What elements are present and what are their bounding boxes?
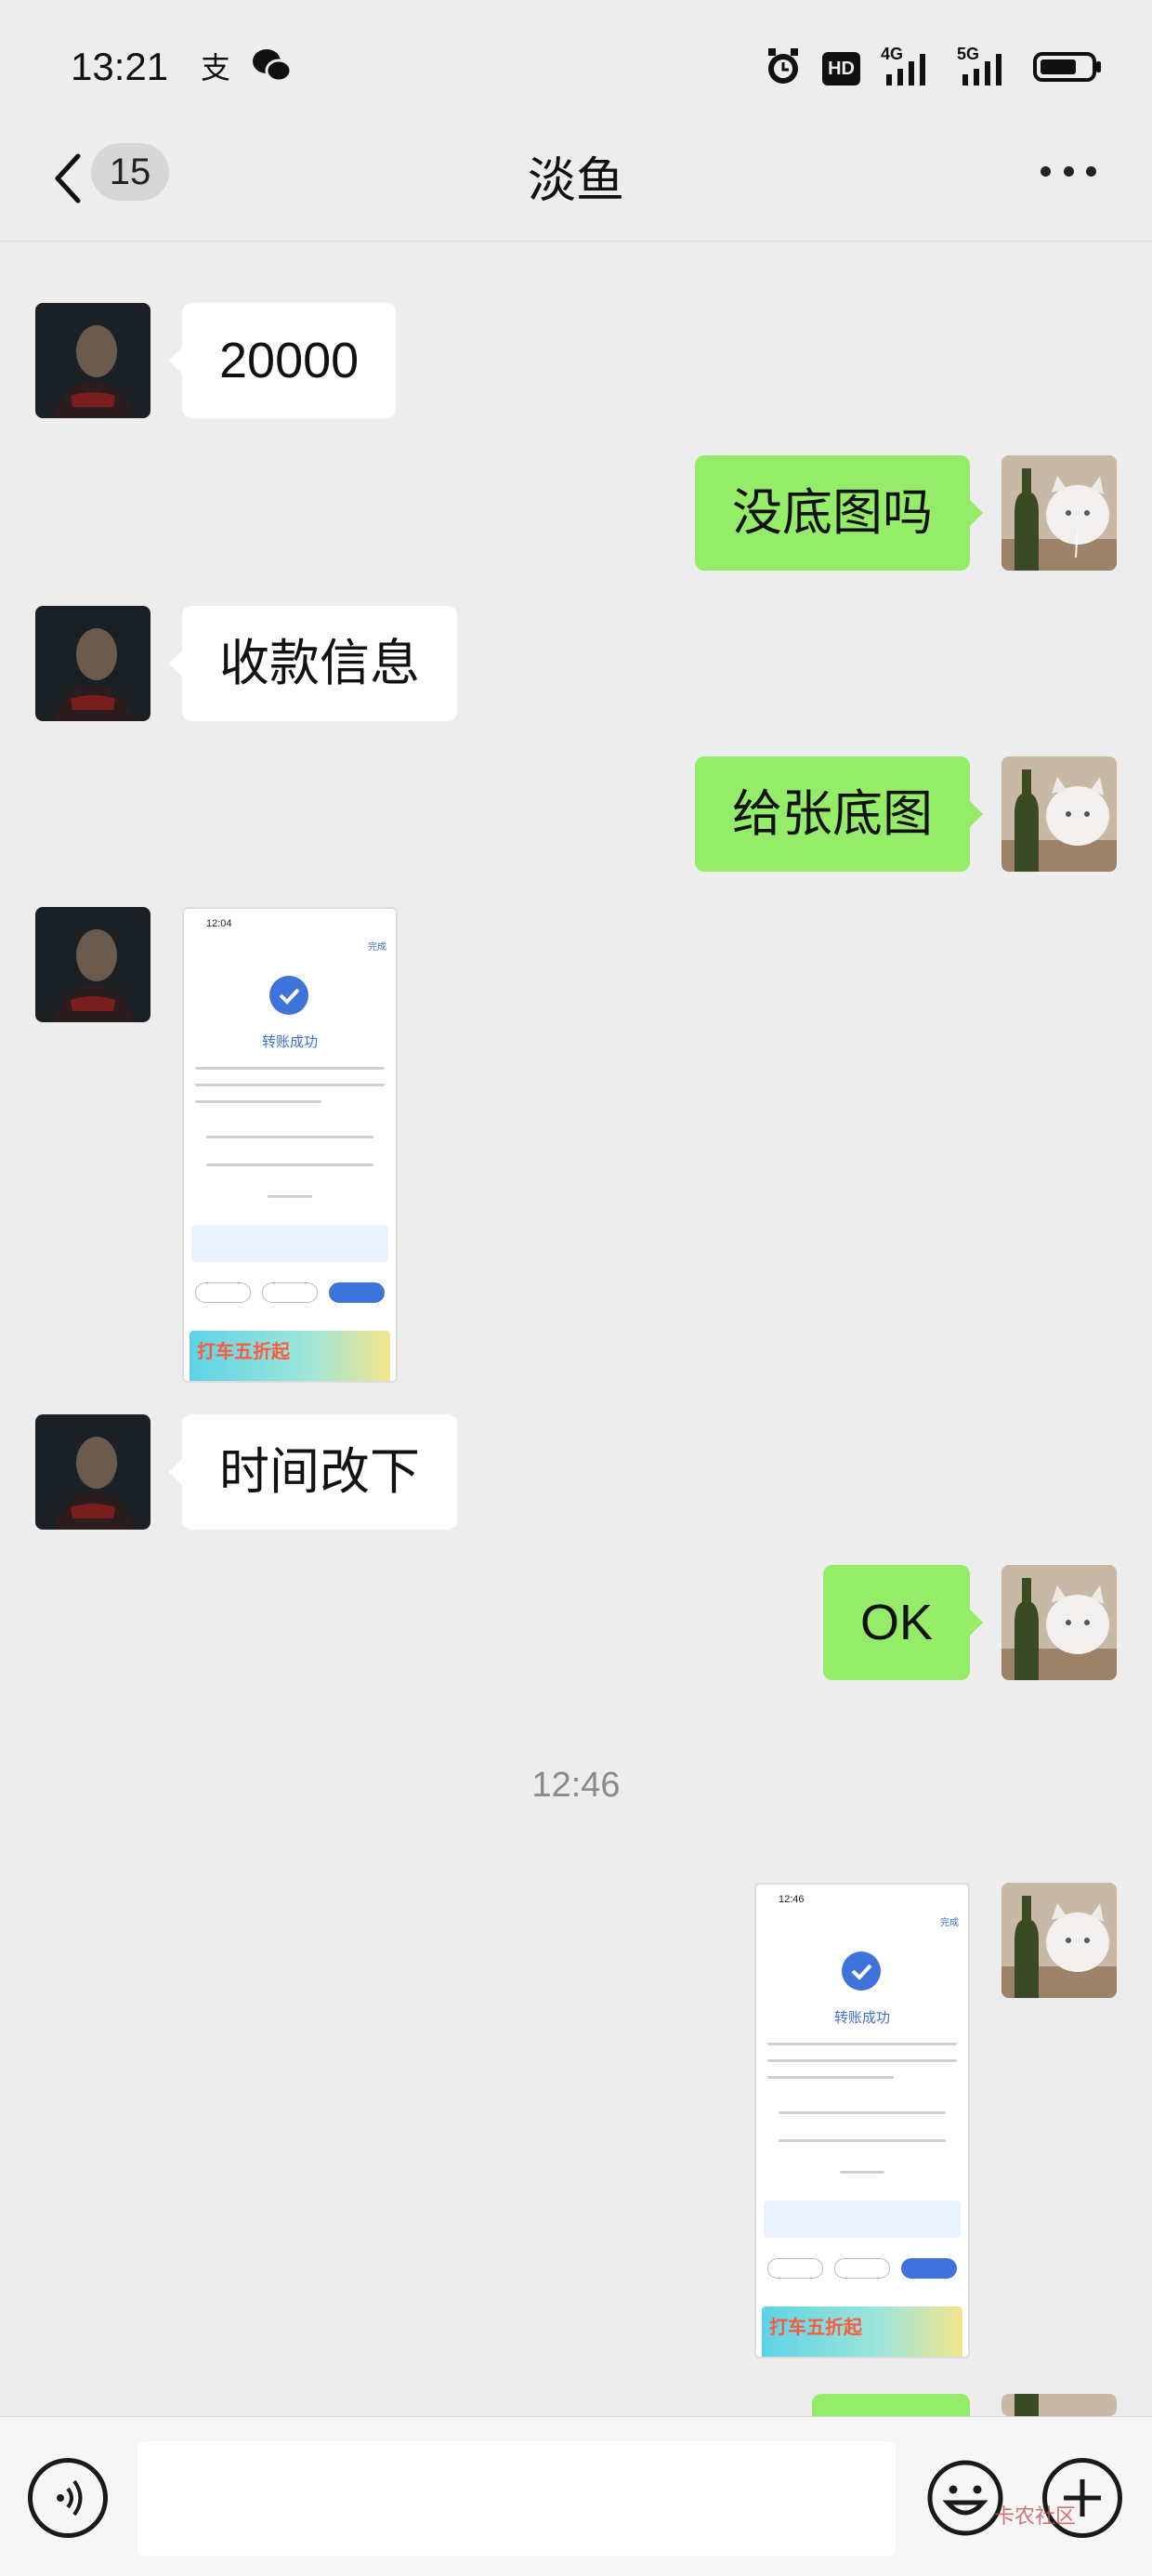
net-4g-label: 4G — [881, 45, 904, 63]
thumb-time: 12:46 — [779, 1894, 805, 1905]
alarm-icon — [765, 46, 802, 92]
thumb-banner-text: 打车五折起 — [769, 2318, 862, 2338]
my-avatar[interactable] — [1001, 756, 1117, 872]
alipay-icon: 支 — [197, 46, 238, 96]
thumb-banner: 打车五折起 — [190, 1331, 390, 1381]
thumb-promo-box — [764, 2201, 961, 2238]
hd-icon: HD — [822, 52, 860, 85]
thumb-text-line — [195, 1100, 321, 1103]
message-bubble-outgoing-partial[interactable] — [812, 2394, 970, 2416]
svg-text:支: 支 — [201, 50, 230, 85]
thumb-text-line — [779, 2139, 946, 2142]
chat-header: 15 淡鱼 — [0, 130, 1152, 242]
thumb-text-line — [206, 1163, 373, 1166]
message-input[interactable] — [137, 2441, 896, 2556]
message-bubble-incoming[interactable]: 20000 — [168, 303, 397, 418]
message-bubble-outgoing[interactable]: 没底图吗 — [695, 455, 983, 571]
net-5g-label: 5G — [957, 45, 980, 63]
thumb-pill — [834, 2258, 890, 2279]
thumb-text-line — [767, 2076, 894, 2079]
my-avatar[interactable] — [1001, 455, 1117, 571]
contact-avatar[interactable] — [35, 303, 151, 418]
message-bubble-incoming[interactable]: 时间改下 — [169, 1414, 457, 1530]
thumb-text-line — [195, 1084, 385, 1086]
thumb-text-line — [767, 2059, 957, 2062]
voice-input-icon[interactable] — [28, 2458, 108, 2538]
contact-avatar[interactable] — [35, 1414, 151, 1530]
image-message-transfer-screenshot[interactable]: 12:46 完成 转账成功 打车五折起 — [754, 1883, 970, 2359]
watermark-text: 卡农社区 — [994, 2504, 1077, 2528]
thumb-text-line — [767, 2043, 957, 2045]
my-avatar[interactable] — [1001, 2394, 1117, 2416]
thumb-title: 转账成功 — [833, 2010, 890, 2026]
thumb-done-label: 完成 — [940, 1918, 959, 1928]
chat-input-bar — [0, 2416, 1152, 2576]
message-bubble-outgoing[interactable]: OK — [822, 1565, 984, 1680]
my-avatar[interactable] — [1001, 1565, 1117, 1680]
thumb-pill — [901, 2258, 957, 2279]
status-bar: 13:21 支 HD 4G 5G — [0, 0, 1152, 130]
thumb-pill — [329, 1282, 385, 1303]
status-indicators: HD 4G 5G — [765, 45, 1104, 92]
chat-title: 淡鱼 — [527, 154, 624, 208]
wechat-icon — [251, 46, 294, 94]
check-icon — [269, 976, 308, 1015]
my-avatar[interactable] — [1001, 1883, 1117, 1998]
check-icon — [842, 1952, 881, 1991]
thumb-text-line — [779, 2111, 946, 2114]
thumb-time: 12:04 — [206, 918, 232, 929]
thumb-text-line — [840, 2171, 884, 2174]
signal-5g-icon: 5G — [957, 45, 1013, 89]
battery-icon — [1033, 48, 1104, 90]
message-timestamp: 12:46 — [531, 1766, 621, 1805]
message-bubble-incoming[interactable]: 收款信息 — [169, 606, 457, 721]
image-message-transfer-screenshot[interactable]: 12:04 完成 转账成功 打车五折起 — [182, 907, 398, 1383]
thumb-done-label: 完成 — [368, 942, 386, 953]
message-list[interactable]: 20000 没底图吗 收款信息 给张底图 12:04 完成 转账成功 打车五折起 — [0, 242, 1152, 2416]
thumb-banner-text: 打车五折起 — [197, 1342, 290, 1362]
status-time: 13:21 — [71, 45, 169, 88]
thumb-promo-box — [191, 1225, 388, 1262]
thumb-text-line — [206, 1136, 373, 1138]
thumb-text-line — [268, 1195, 312, 1198]
thumb-pill — [767, 2258, 823, 2279]
more-options-icon[interactable] — [1041, 162, 1096, 180]
message-bubble-outgoing[interactable]: 给张底图 — [695, 756, 983, 872]
signal-4g-icon: 4G — [881, 45, 936, 89]
thumb-title: 转账成功 — [261, 1034, 318, 1050]
thumb-pill — [262, 1282, 318, 1303]
thumb-pill — [195, 1282, 251, 1303]
contact-avatar[interactable] — [35, 907, 151, 1022]
thumb-banner: 打车五折起 — [762, 2307, 962, 2357]
thumb-text-line — [195, 1067, 385, 1070]
contact-avatar[interactable] — [35, 606, 151, 721]
